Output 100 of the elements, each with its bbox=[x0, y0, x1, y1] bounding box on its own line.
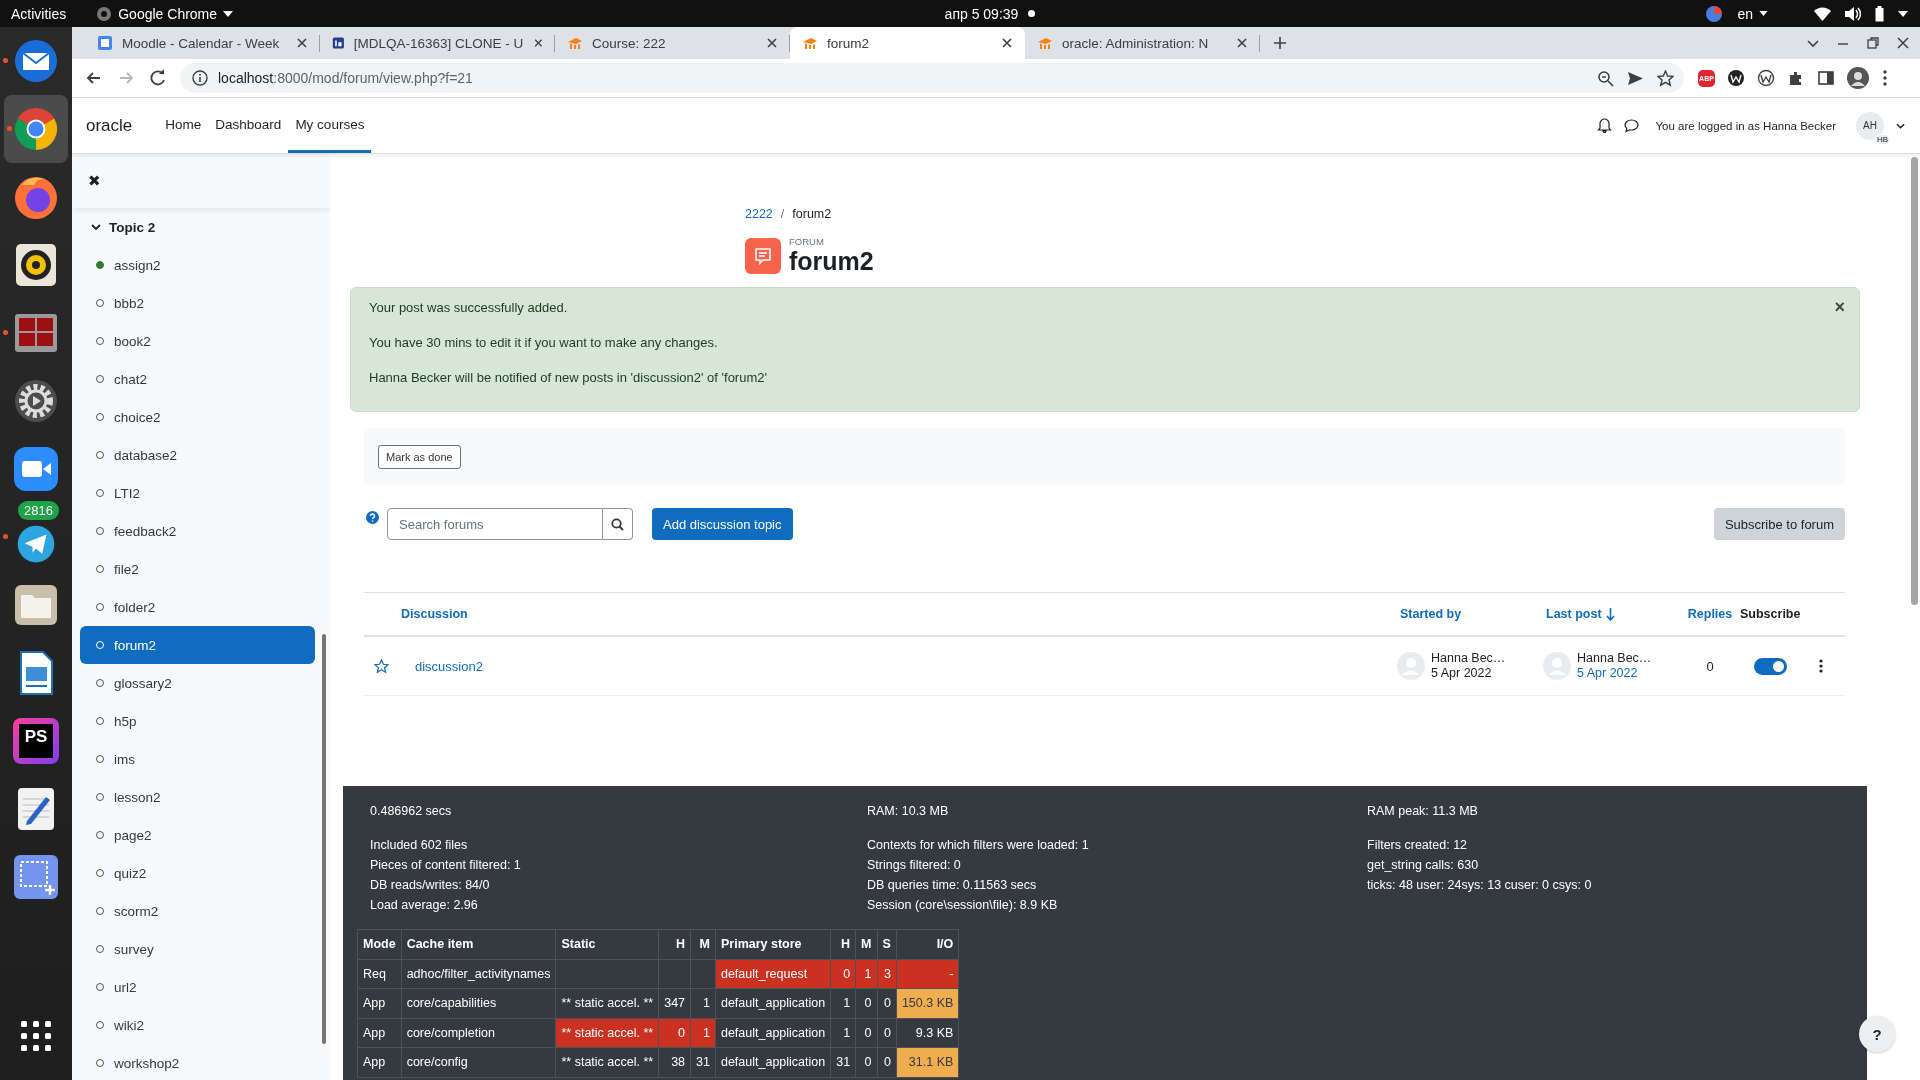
app-grid-icon[interactable] bbox=[18, 1018, 54, 1054]
wifi-icon[interactable] bbox=[1814, 6, 1831, 21]
ide-app-icon[interactable]: PS bbox=[13, 718, 59, 764]
side-panel-icon[interactable] bbox=[1817, 69, 1835, 87]
table-cell: 38 bbox=[658, 1047, 691, 1077]
column-header[interactable]: Last post bbox=[1546, 607, 1602, 621]
course-index-item[interactable]: page2 bbox=[80, 816, 315, 854]
sort-arrow-icon[interactable] bbox=[1605, 607, 1615, 621]
status-icon[interactable] bbox=[1705, 4, 1724, 23]
nav-link[interactable]: Home bbox=[158, 98, 209, 153]
course-index-item[interactable]: ims bbox=[80, 740, 315, 778]
perf-stat: ticks: 48 user: 24sys: 13 cuser: 0 csys: 0 bbox=[1367, 877, 1593, 894]
course-index-item[interactable]: chat2 bbox=[80, 360, 315, 398]
extension-icon[interactable] bbox=[1757, 69, 1775, 87]
zoom-icon[interactable] bbox=[1597, 69, 1614, 87]
table-cell: App bbox=[357, 1018, 402, 1048]
table-cell: 150.3 KB bbox=[896, 988, 959, 1018]
course-index-item[interactable]: lesson2 bbox=[80, 778, 315, 816]
last-post-link[interactable]: 5 Apr 2022 bbox=[1577, 666, 1638, 680]
course-index-item[interactable]: h5p bbox=[80, 702, 315, 740]
nav-link[interactable]: Dashboard bbox=[208, 98, 289, 153]
course-index-item[interactable]: feedback2 bbox=[80, 512, 315, 550]
course-index-item[interactable]: LTI2 bbox=[80, 474, 315, 512]
more-icon[interactable] bbox=[1881, 69, 1889, 87]
send-icon[interactable] bbox=[1627, 69, 1644, 87]
address-field[interactable]: localhost:8000/mod/forum/view.php?f=21 bbox=[180, 63, 1684, 93]
help-icon[interactable] bbox=[366, 511, 379, 524]
search-button[interactable] bbox=[603, 508, 633, 540]
course-index-item[interactable]: assign2 bbox=[80, 246, 315, 284]
course-index-item[interactable]: folder2 bbox=[80, 588, 315, 626]
battery-icon[interactable] bbox=[1875, 5, 1884, 22]
caret-icon[interactable] bbox=[1896, 122, 1905, 129]
chat-icon[interactable] bbox=[1624, 118, 1640, 133]
close-button[interactable]: ✖ bbox=[88, 172, 101, 190]
course-index-item[interactable]: scorm2 bbox=[80, 892, 315, 930]
course-index-item[interactable]: url2 bbox=[80, 968, 315, 1006]
help-button[interactable]: ? bbox=[1859, 1016, 1895, 1052]
subscribe-button[interactable]: Subscribe to forum bbox=[1713, 508, 1845, 540]
column-header[interactable]: Started by bbox=[1400, 607, 1462, 621]
volume-icon[interactable] bbox=[1845, 6, 1861, 21]
new-tab-icon[interactable] bbox=[1272, 35, 1288, 51]
course-index-item[interactable]: survey bbox=[80, 930, 315, 968]
dock-item[interactable]: PS bbox=[0, 707, 72, 775]
perf-stat: Contexts for which filters were loaded: 1 bbox=[867, 837, 1090, 854]
app-menu[interactable]: Google Chrome bbox=[96, 5, 234, 22]
gear-icon[interactable] bbox=[12, 377, 60, 425]
course-index-item[interactable]: glossary2 bbox=[80, 664, 315, 702]
dock-item[interactable] bbox=[4, 95, 68, 163]
course-index-item[interactable]: quiz2 bbox=[80, 854, 315, 892]
subscribe-toggle[interactable] bbox=[1754, 657, 1787, 675]
star-icon[interactable] bbox=[374, 658, 389, 674]
course-index-item[interactable]: file2 bbox=[80, 550, 315, 588]
close-button[interactable]: × bbox=[1834, 297, 1845, 318]
language-menu[interactable]: en bbox=[1737, 5, 1768, 22]
restore-icon[interactable] bbox=[1866, 36, 1880, 50]
star-icon[interactable] bbox=[1657, 69, 1674, 87]
profile-avatar-icon[interactable] bbox=[1847, 67, 1869, 89]
course-index-item[interactable]: choice2 bbox=[80, 398, 315, 436]
breadcrumb-link[interactable]: 2222 bbox=[745, 207, 773, 221]
course-index-item[interactable]: database2 bbox=[80, 436, 315, 474]
screenshot-icon[interactable] bbox=[12, 853, 60, 901]
activities-button[interactable]: Activities bbox=[11, 5, 67, 22]
column-header[interactable]: Replies bbox=[1687, 607, 1733, 621]
search-field[interactable]: Search forums bbox=[387, 508, 603, 540]
browser-tab[interactable]: Course: 222 bbox=[555, 27, 790, 59]
browser-tab[interactable]: Moodle - Calendar - Week bbox=[85, 27, 320, 59]
reload-icon[interactable] bbox=[148, 68, 168, 88]
close-icon[interactable] bbox=[1896, 36, 1910, 50]
course-index-item[interactable]: book2 bbox=[80, 322, 315, 360]
column-header[interactable]: Discussion bbox=[401, 607, 468, 621]
add-discussion-button[interactable]: Add discussion topic bbox=[652, 508, 793, 540]
browser-tab[interactable]: oracle: Administration: N bbox=[1025, 27, 1260, 59]
scrollbar[interactable] bbox=[322, 634, 326, 1044]
section-header[interactable]: Topic 2 bbox=[72, 208, 330, 246]
notification-badge: 2816 bbox=[18, 501, 59, 520]
clock[interactable]: апр 5 09:39 bbox=[944, 5, 1019, 22]
course-index-item[interactable]: workshop2 bbox=[80, 1044, 315, 1080]
table-cell: 31.1 KB bbox=[896, 1047, 959, 1077]
site-name[interactable]: oracle bbox=[86, 115, 133, 136]
discussion-link[interactable]: discussion2 bbox=[415, 658, 483, 674]
course-index-item[interactable]: bbb2 bbox=[80, 284, 315, 322]
column-header: Subscribe bbox=[1740, 607, 1801, 621]
table-cell: 9.3 KB bbox=[896, 1018, 959, 1048]
bell-icon[interactable] bbox=[1597, 118, 1613, 133]
course-index-item[interactable]: forum2 bbox=[80, 626, 315, 664]
scrollbar[interactable] bbox=[1911, 157, 1918, 605]
browser-tab[interactable]: [MDLQA-16363] CLONE - U bbox=[320, 27, 555, 59]
paper-plane-icon[interactable] bbox=[15, 523, 57, 565]
alert-message: You have 30 mins to edit it if you want to make any changes. bbox=[369, 334, 718, 352]
browser-tab[interactable]: forum2 bbox=[790, 27, 1025, 59]
info-icon[interactable] bbox=[192, 70, 208, 86]
video-camera-icon[interactable] bbox=[12, 445, 60, 493]
caret-icon[interactable] bbox=[1898, 10, 1908, 17]
kebab-menu-icon[interactable] bbox=[1818, 659, 1824, 673]
mark-as-done-button[interactable]: Mark as done bbox=[378, 444, 461, 469]
browser-icon[interactable] bbox=[12, 105, 60, 153]
mail-icon[interactable] bbox=[12, 37, 60, 85]
post-date: 5 Apr 2022 bbox=[1431, 666, 1493, 681]
course-index-item[interactable]: wiki2 bbox=[80, 1006, 315, 1044]
extension-icon[interactable] bbox=[1727, 69, 1745, 87]
